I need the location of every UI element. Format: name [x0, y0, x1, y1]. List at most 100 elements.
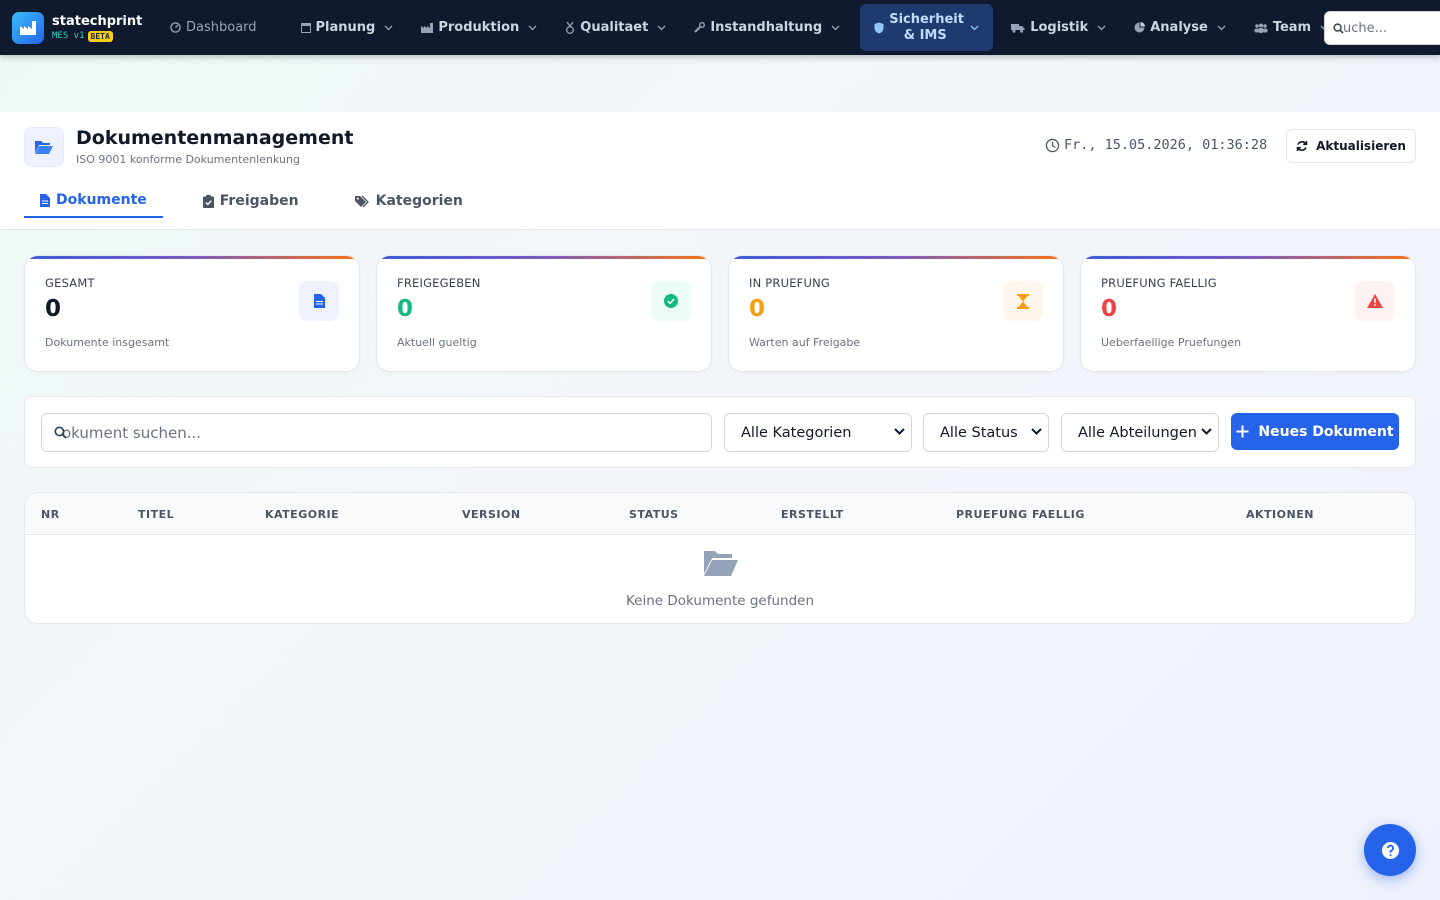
users-icon — [1254, 23, 1268, 33]
page-title: Dokumentenmanagement — [76, 127, 354, 149]
nav-produktion-label: Produktion — [438, 20, 520, 35]
empty-state-text: Keine Dokumente gefunden — [625, 593, 815, 609]
clipboard-check-icon — [202, 194, 214, 208]
stat-value: 0 — [45, 296, 62, 322]
medal-icon — [565, 21, 575, 34]
chevron-down-icon — [831, 25, 840, 31]
filter-bar: okument suchen... Alle Kategorien Alle S… — [24, 396, 1416, 468]
nav-planung-label: Planung — [315, 20, 376, 35]
stat-value: 0 — [749, 296, 766, 322]
app-version: MES v1 — [52, 31, 85, 41]
global-search-input[interactable]: uche... — [1324, 11, 1440, 45]
factory-logo-icon — [12, 11, 44, 44]
stat-value: 0 — [397, 296, 414, 322]
brand[interactable]: statechprint MES v1 BETA — [12, 11, 152, 44]
calendar-icon — [300, 22, 311, 33]
tab-kategorien[interactable]: Kategorien — [339, 184, 479, 218]
hourglass-icon — [1003, 281, 1043, 321]
check-circle-icon — [651, 281, 691, 321]
help-button[interactable] — [1364, 824, 1416, 876]
tab-dokumente[interactable]: Dokumente — [24, 184, 163, 218]
chevron-down-icon — [1201, 428, 1212, 435]
column-header[interactable]: TITEL — [138, 508, 174, 521]
document-search-text: okument suchen... — [62, 423, 202, 442]
nav-planung[interactable]: Planung — [271, 4, 408, 51]
warning-icon — [1355, 281, 1395, 321]
nav-sicherheit-ims[interactable]: Sicherheit & IMS — [860, 4, 994, 51]
search-icon — [54, 426, 67, 439]
chevron-down-icon — [657, 25, 666, 31]
factory-icon — [421, 22, 434, 33]
stat-label: GESAMT — [45, 276, 95, 290]
refresh-button[interactable]: Aktualisieren — [1286, 129, 1416, 163]
tab-freigaben[interactable]: Freigaben — [187, 184, 315, 218]
nav-analyse-label: Analyse — [1150, 20, 1208, 35]
column-header[interactable]: ERSTELLT — [781, 508, 844, 521]
nav-sicherheit-label: Sicherheit — [889, 11, 964, 27]
clock-icon — [1045, 138, 1060, 152]
column-header: AKTIONEN — [1246, 508, 1314, 521]
pie-chart-icon — [1134, 22, 1146, 33]
department-select-value: Alle Abteilungen — [1078, 424, 1197, 441]
tab-kategorien-label: Kategorien — [375, 193, 463, 209]
current-datetime: Fr., 15.05.2026, 01:36:28 — [1045, 137, 1267, 153]
stat-card-in-pruefung: IN PRUEFUNG 0 Warten auf Freigabe — [728, 255, 1064, 372]
category-select-value: Alle Kategorien — [741, 424, 852, 441]
nav-instandhaltung[interactable]: Instandhaltung — [680, 4, 854, 51]
nav-analyse[interactable]: Analyse — [1120, 4, 1240, 51]
new-document-button[interactable]: Neues Dokument — [1231, 413, 1399, 450]
chevron-down-icon — [384, 25, 393, 31]
category-select[interactable]: Alle Kategorien — [724, 413, 912, 452]
stat-value: 0 — [1101, 296, 1118, 322]
top-navigation: statechprint MES v1 BETA Dashboard Planu… — [0, 0, 1440, 55]
nav-ims-label: & IMS — [903, 27, 947, 43]
stat-label: PRUEFUNG FAELLIG — [1101, 276, 1217, 290]
truck-icon — [1011, 23, 1025, 33]
column-header[interactable]: KATEGORIE — [265, 508, 339, 521]
stat-note: Warten auf Freigabe — [749, 336, 861, 349]
chevron-down-icon — [1031, 428, 1042, 435]
gauge-icon — [170, 22, 181, 33]
column-header[interactable]: VERSION — [462, 508, 521, 521]
nav-instandhaltung-label: Instandhaltung — [710, 20, 823, 35]
folder-open-icon — [704, 551, 738, 576]
tags-icon — [354, 195, 369, 207]
chevron-down-icon — [894, 428, 905, 435]
shield-icon — [874, 22, 884, 34]
page-header: Dokumentenmanagement ISO 9001 konforme D… — [0, 112, 1440, 230]
chevron-down-icon — [1097, 25, 1106, 31]
stat-label: FREIGEGEBEN — [397, 276, 481, 290]
nav-qualitaet[interactable]: Qualitaet — [551, 4, 680, 51]
tab-dokumente-label: Dokumente — [56, 192, 147, 208]
question-circle-icon — [1381, 841, 1399, 859]
stat-card-freigegeben: FREIGEGEBEN 0 Aktuell gueltig — [376, 255, 712, 372]
tab-bar: Dokumente Freigaben Kategorien — [24, 184, 503, 218]
department-select[interactable]: Alle Abteilungen — [1061, 413, 1219, 452]
tab-freigaben-label: Freigaben — [219, 193, 299, 209]
nav-team-label: Team — [1272, 20, 1312, 35]
datetime-text: Fr., 15.05.2026, 01:36:28 — [1064, 137, 1268, 153]
nav-logistik[interactable]: Logistik — [993, 4, 1120, 51]
stat-card-pruefung-faellig: PRUEFUNG FAELLIG 0 Ueberfaellige Pruefun… — [1080, 255, 1416, 372]
table-header: NR TITEL KATEGORIE VERSION STATUS ERSTEL… — [25, 493, 1415, 535]
nav-logistik-label: Logistik — [1030, 20, 1089, 35]
status-select[interactable]: Alle Status — [923, 413, 1049, 452]
stat-note: Aktuell gueltig — [397, 336, 477, 349]
chevron-down-icon — [970, 25, 979, 31]
nav-produktion[interactable]: Produktion — [407, 4, 551, 51]
document-icon — [299, 281, 339, 321]
document-search-input[interactable]: okument suchen... — [41, 413, 712, 452]
page-subtitle: ISO 9001 konforme Dokumentenlenkung — [76, 153, 300, 166]
nav-dashboard[interactable]: Dashboard — [152, 4, 271, 51]
stat-note: Ueberfaellige Pruefungen — [1101, 336, 1242, 349]
stat-label: IN PRUEFUNG — [749, 276, 831, 290]
file-icon — [40, 193, 50, 207]
nav-dashboard-label: Dashboard — [186, 20, 257, 35]
plus-icon — [1236, 425, 1249, 438]
chevron-down-icon — [1217, 25, 1226, 31]
chevron-down-icon — [528, 25, 537, 31]
column-header[interactable]: PRUEFUNG FAELLIG — [956, 508, 1085, 521]
column-header[interactable]: STATUS — [629, 508, 679, 521]
status-select-value: Alle Status — [940, 424, 1018, 441]
column-header[interactable]: NR — [41, 508, 60, 521]
